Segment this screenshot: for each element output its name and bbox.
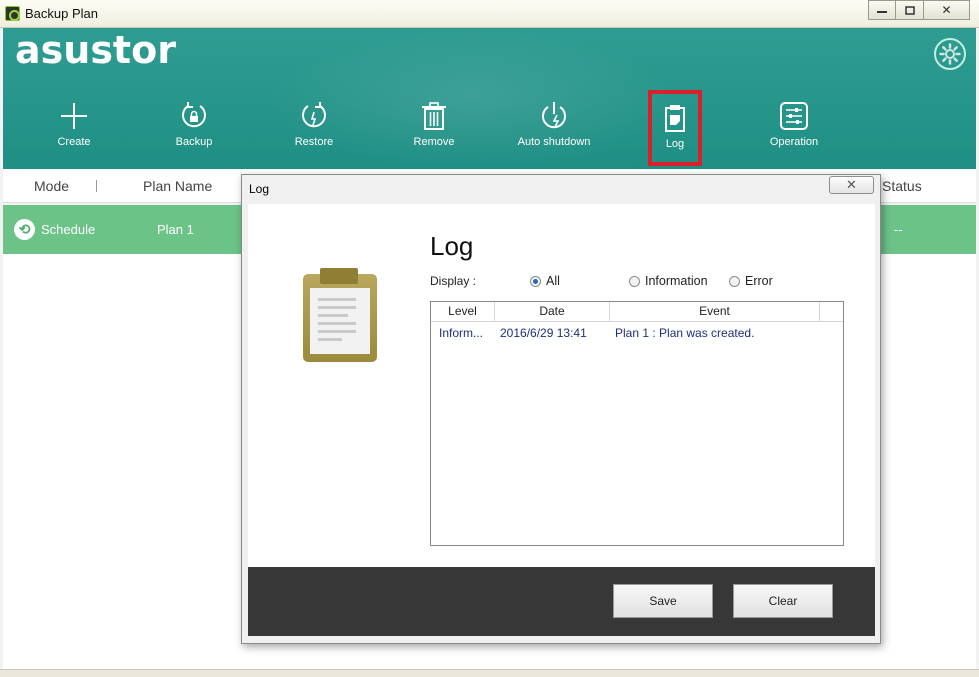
remove-label: Remove — [413, 136, 455, 148]
window-bottom-edge — [0, 669, 979, 677]
schedule-icon: ⟲ — [14, 219, 35, 240]
radio-unselected-icon — [729, 275, 740, 287]
dialog-content: Log Display : All Information Error Leve… — [248, 204, 875, 567]
operation-label: Operation — [769, 136, 819, 148]
filter-error-label: Error — [745, 274, 773, 288]
dialog-title: Log — [249, 182, 270, 196]
log-button[interactable]: Log — [648, 90, 702, 166]
column-date[interactable]: Date — [495, 302, 610, 322]
log-level: Inform... — [439, 326, 484, 340]
filter-all-label: All — [546, 274, 560, 288]
gear-icon — [939, 43, 961, 65]
close-icon: ✕ — [941, 3, 952, 17]
close-button[interactable]: ✕ — [924, 0, 970, 20]
radio-unselected-icon — [629, 275, 640, 287]
settings-button[interactable] — [934, 38, 966, 70]
restore-button[interactable] — [896, 0, 924, 20]
minimize-button[interactable] — [868, 0, 896, 20]
operation-button[interactable]: Operation — [734, 96, 854, 166]
remove-button[interactable]: Remove — [374, 96, 494, 166]
filter-information-radio[interactable]: Information — [629, 274, 708, 288]
save-button[interactable]: Save — [613, 584, 713, 618]
dialog-footer: Save Clear — [248, 567, 875, 636]
backup-lock-icon — [134, 96, 254, 136]
row-plan-name: Plan 1 — [157, 222, 194, 237]
restore-label: Restore — [294, 136, 334, 148]
trash-icon — [374, 96, 494, 136]
close-icon: ✕ — [846, 177, 857, 192]
column-level[interactable]: Level — [431, 302, 495, 322]
log-event: Plan 1 : Plan was created. — [615, 326, 755, 340]
log-table-header: Level Date Event — [431, 302, 843, 322]
sliders-icon — [734, 96, 854, 136]
window-titlebar: Backup Plan ✕ — [0, 0, 979, 28]
create-button[interactable]: Create — [14, 96, 134, 166]
minimize-icon — [877, 11, 887, 13]
dialog-close-button[interactable]: ✕ — [829, 176, 874, 194]
row-mode: Schedule — [41, 222, 96, 237]
row-status: -- — [894, 222, 903, 237]
asustor-logo: asustor — [15, 28, 176, 72]
filter-information-label: Information — [645, 274, 708, 288]
window-title: Backup Plan — [25, 6, 98, 21]
column-event[interactable]: Event — [610, 302, 820, 322]
column-status[interactable]: Status — [882, 178, 922, 194]
plus-icon — [14, 96, 134, 136]
toolbar: Create Backup Restore Remove Auto shutdo… — [3, 90, 976, 166]
window-controls: ✕ — [868, 0, 970, 20]
column-mode[interactable]: Mode — [34, 178, 69, 194]
dialog-titlebar: Log ✕ — [242, 175, 880, 203]
filter-error-radio[interactable]: Error — [729, 274, 773, 288]
filter-all-radio[interactable]: All — [530, 274, 560, 288]
power-icon — [494, 96, 614, 136]
clear-button[interactable]: Clear — [733, 584, 833, 618]
backup-label: Backup — [175, 136, 213, 148]
restore-button[interactable]: Restore — [254, 96, 374, 166]
header-banner: asustor Create Backup Restore Remove Aut… — [3, 28, 976, 169]
log-dialog: Log ✕ Log Display : All Information Erro… — [241, 174, 881, 644]
log-label: Log — [665, 138, 685, 150]
log-date: 2016/6/29 13:41 — [500, 326, 587, 340]
radio-selected-icon — [530, 275, 541, 287]
restore-icon — [904, 5, 915, 15]
auto-shutdown-label: Auto shutdown — [517, 136, 591, 148]
column-divider — [96, 180, 97, 192]
auto-shutdown-button[interactable]: Auto shutdown — [494, 96, 614, 166]
log-clipboard-icon — [652, 98, 698, 138]
log-row[interactable]: Inform... 2016/6/29 13:41 Plan 1 : Plan … — [431, 326, 843, 342]
clipboard-illustration-icon — [303, 268, 377, 362]
log-table[interactable]: Level Date Event Inform... 2016/6/29 13:… — [430, 301, 844, 546]
backup-button[interactable]: Backup — [134, 96, 254, 166]
display-filter-label: Display : — [430, 274, 477, 288]
app-icon — [5, 6, 20, 21]
dialog-heading: Log — [430, 231, 474, 261]
restore-arrow-icon — [254, 96, 374, 136]
create-label: Create — [57, 136, 91, 148]
column-plan-name[interactable]: Plan Name — [143, 178, 212, 194]
